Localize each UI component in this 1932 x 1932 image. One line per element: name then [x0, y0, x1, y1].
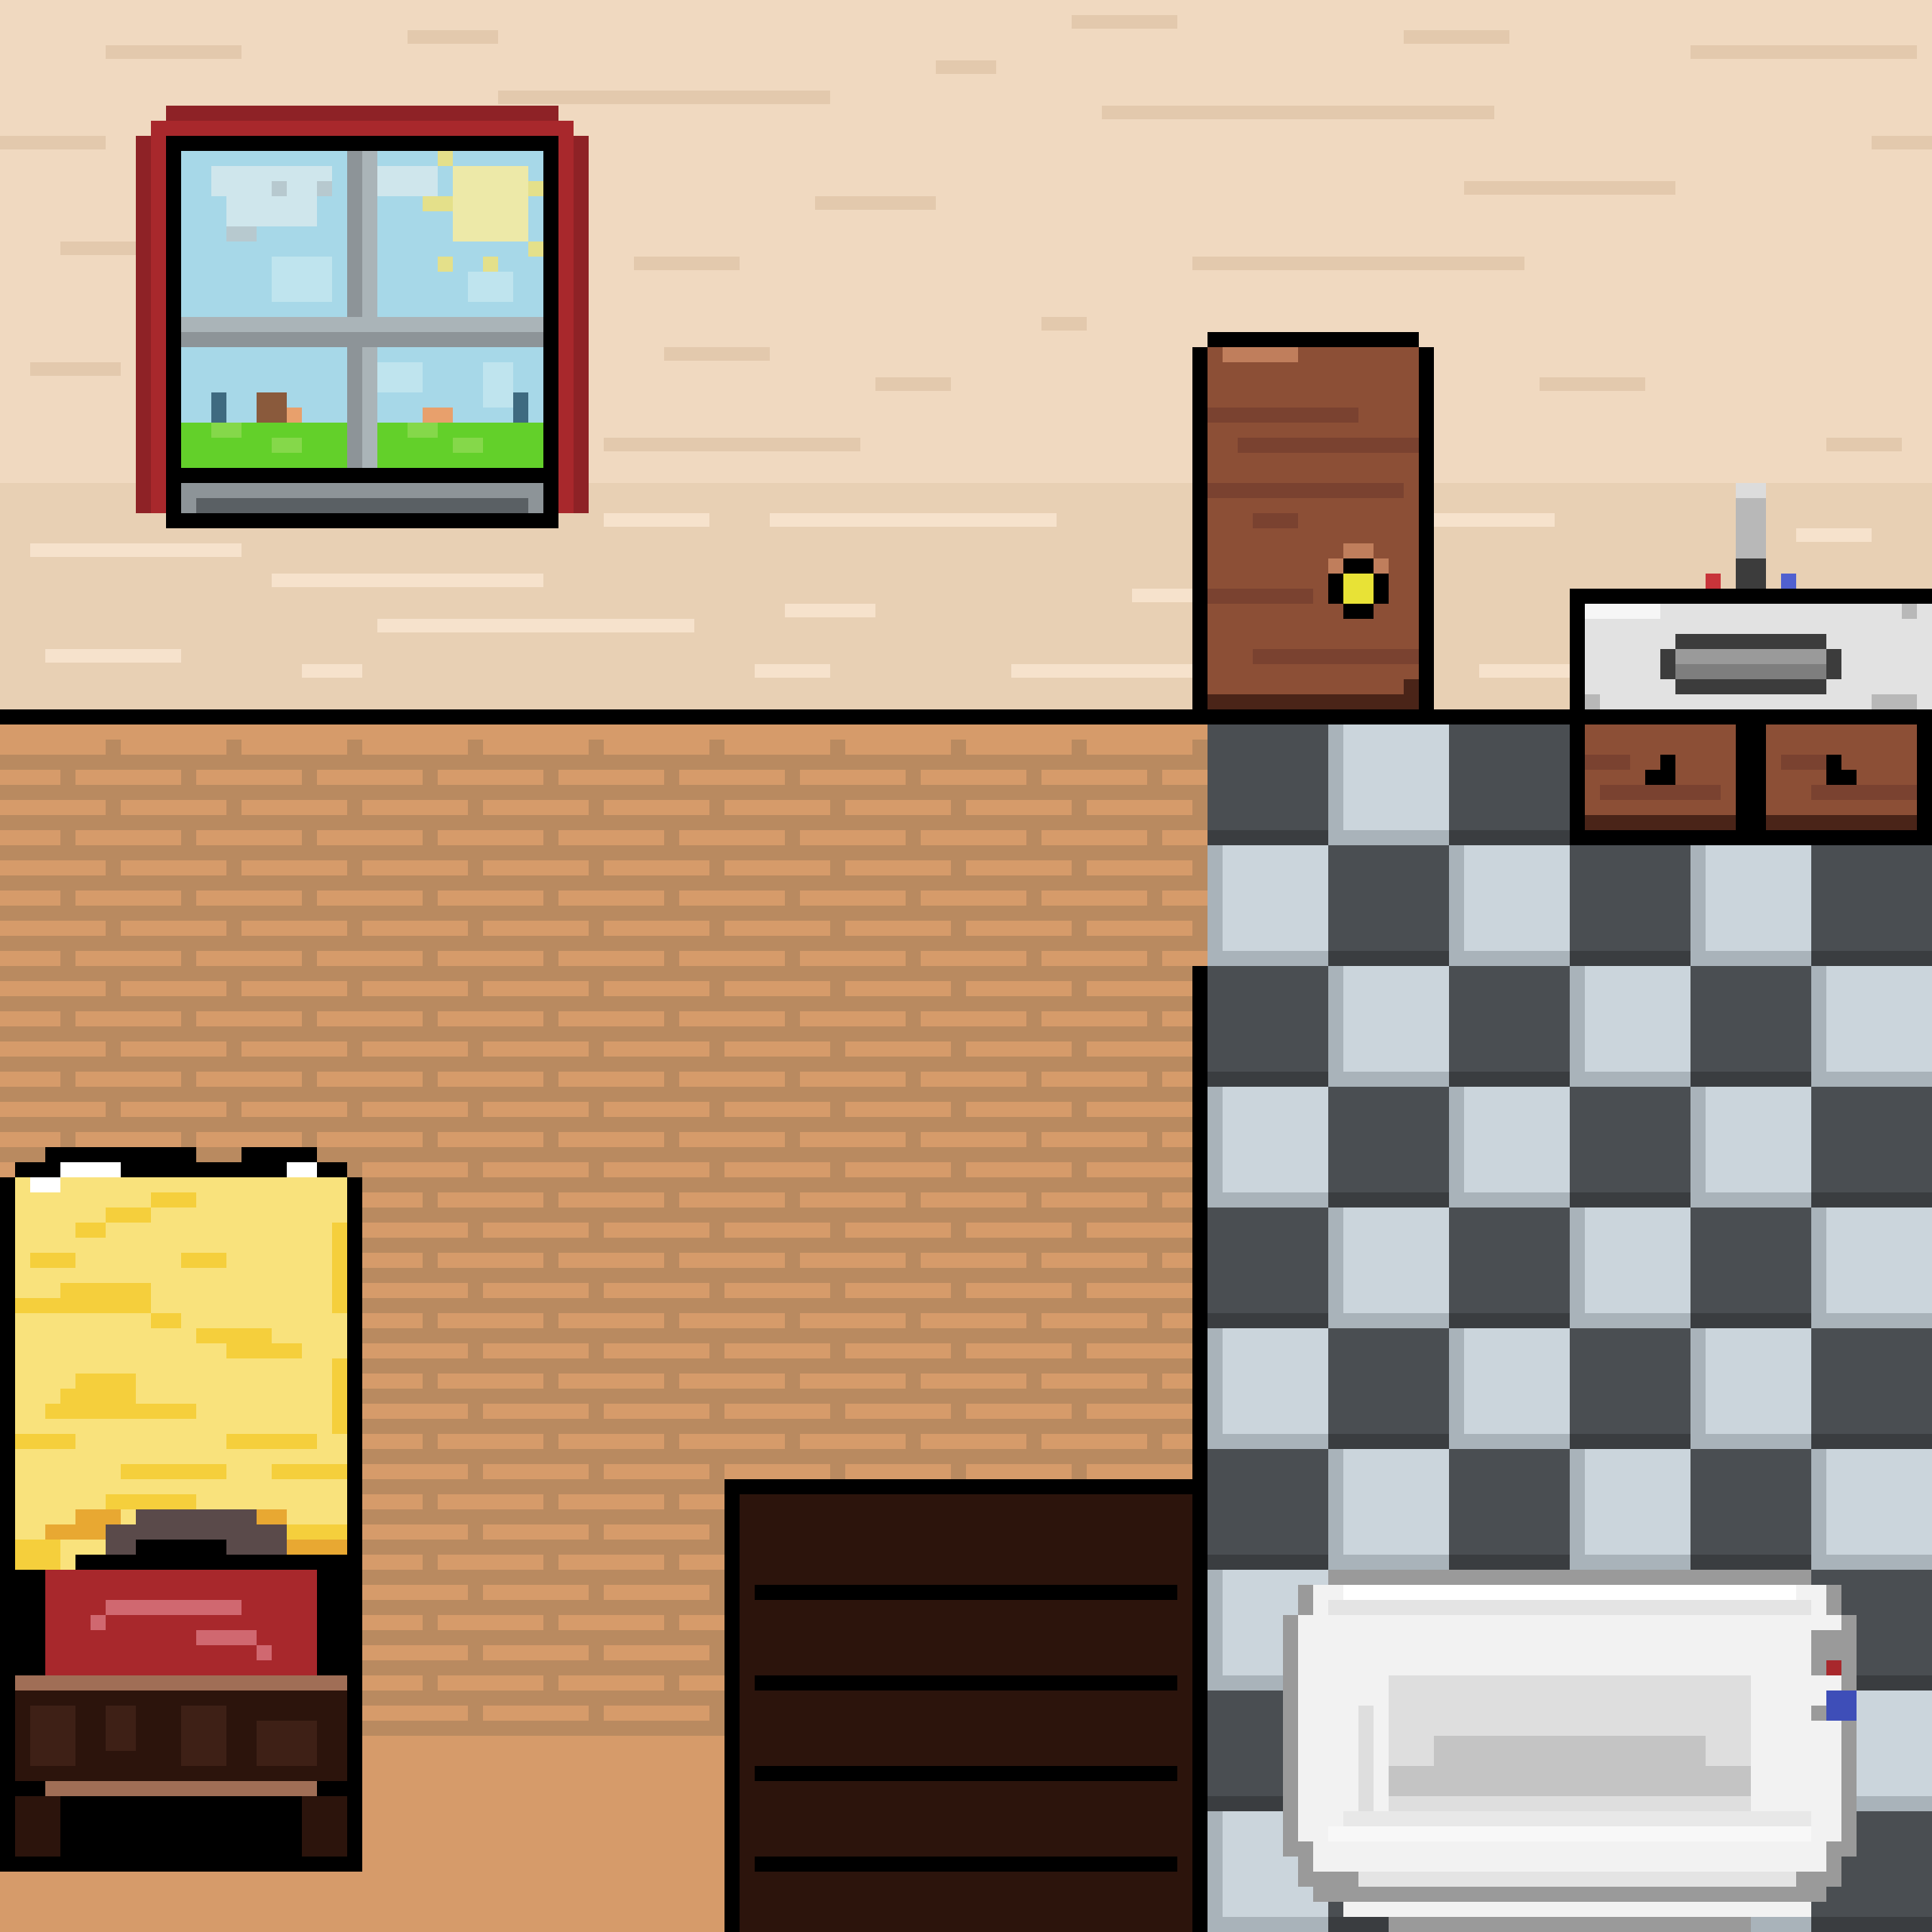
rug[interactable] [724, 1479, 1192, 1932]
floor-tile [1328, 1449, 1449, 1570]
floor-tile [1449, 845, 1570, 966]
floor-tile [1570, 1328, 1690, 1449]
floor-tile [1690, 1208, 1811, 1328]
floor-tile [1449, 1449, 1570, 1570]
floor-tile [1449, 1087, 1570, 1208]
floor-tile [1328, 966, 1449, 1087]
floor-tile [1449, 966, 1570, 1087]
floor-tile [1208, 1208, 1328, 1328]
floor-tile [1208, 966, 1328, 1087]
bed[interactable] [0, 1147, 362, 1872]
floor-tile [1570, 1208, 1690, 1328]
floor-tile [1570, 966, 1690, 1087]
floor-tile [1811, 845, 1932, 966]
floor-tile [1208, 724, 1328, 845]
window[interactable] [136, 106, 589, 528]
floor-tile [1208, 1449, 1328, 1570]
floor-tile [1811, 1328, 1932, 1449]
floor-tile [1328, 1208, 1449, 1328]
floor-tile [1449, 1328, 1570, 1449]
game-scene [0, 0, 1932, 1932]
floor-tile [1690, 845, 1811, 966]
floor-tile [1328, 845, 1449, 966]
floor-tile [1449, 724, 1570, 845]
bathtub[interactable] [1283, 1570, 1857, 1932]
floor-tile [1811, 1208, 1932, 1328]
floor-tile [1570, 845, 1690, 966]
floor-tile [1570, 1449, 1690, 1570]
scene-canvas [0, 0, 1932, 1932]
door[interactable] [1192, 332, 1434, 709]
floor-tile [1208, 845, 1328, 966]
floor-tile [1449, 1208, 1570, 1328]
floor-tile [1690, 966, 1811, 1087]
floor-tile [1690, 1449, 1811, 1570]
floor-tile [1811, 1087, 1932, 1208]
floor-tile [1328, 1087, 1449, 1208]
floor-tile [1328, 1328, 1449, 1449]
floor-tile [1208, 1328, 1328, 1449]
floor-tile [1690, 1087, 1811, 1208]
floor-tile [1328, 724, 1449, 845]
floor-tile [1811, 966, 1932, 1087]
floor-tile [1690, 1328, 1811, 1449]
floor-tile [1208, 1087, 1328, 1208]
floor-tile [1570, 1087, 1690, 1208]
floor-tile [1811, 1449, 1932, 1570]
